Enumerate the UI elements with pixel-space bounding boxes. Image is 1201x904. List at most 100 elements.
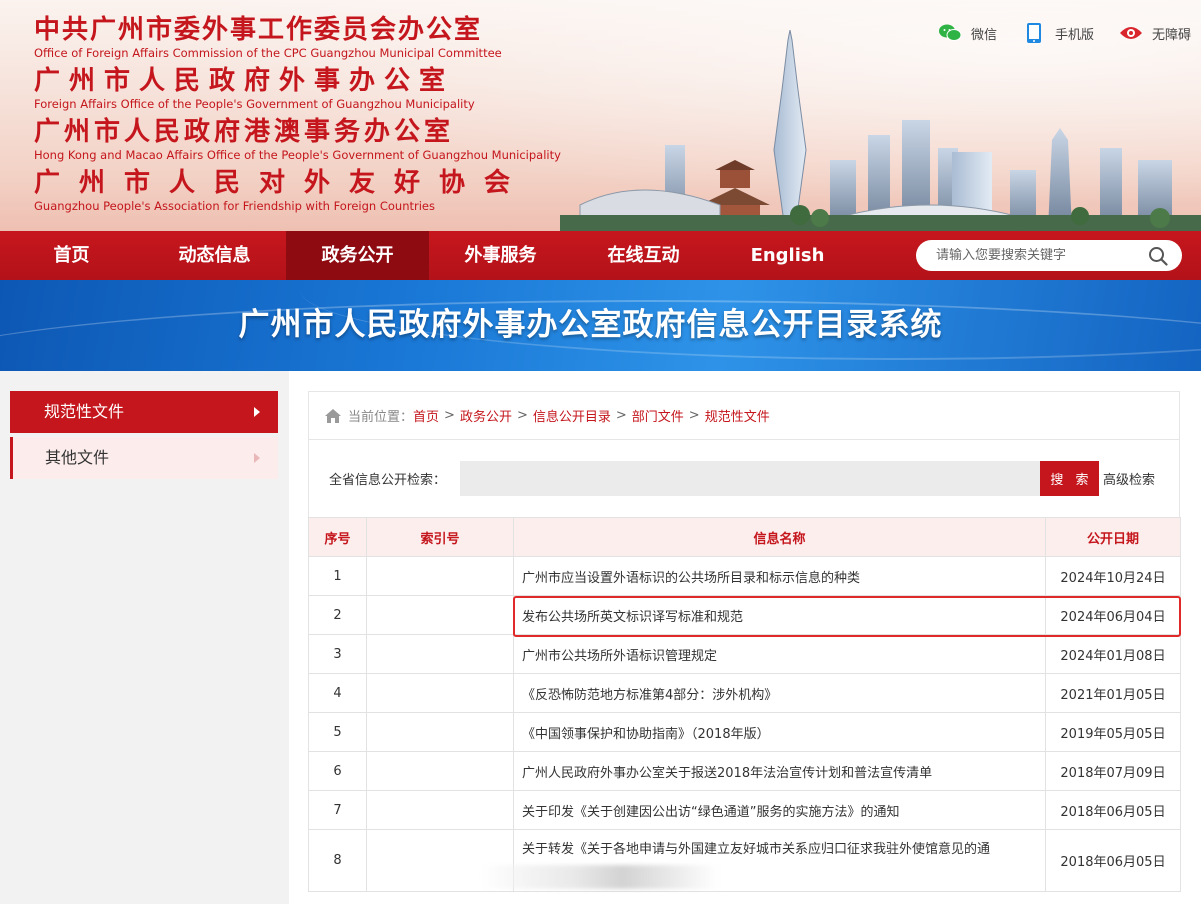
chevron-right-icon (254, 453, 260, 463)
row-index-number (366, 790, 514, 830)
breadcrumb-catalog[interactable]: 信息公开目录 (533, 406, 611, 425)
column-header-title: 信息名称 (513, 517, 1046, 557)
mobile-label: 手机版 (1054, 27, 1094, 43)
breadcrumb-dept-docs[interactable]: 部门文件 (632, 406, 684, 425)
section-banner: 广州市人民政府外事办公室政府信息公开目录系统 (0, 280, 1201, 371)
row-date: 2024年10月24日 (1045, 556, 1181, 596)
sidebar: 规范性文件 其他文件 (0, 371, 289, 904)
info-search-button[interactable]: 搜 索 (1040, 461, 1099, 496)
org-title-4: 广州市人民对外友好协会 Guangzhou People's Associati… (34, 167, 530, 218)
row-index-number (366, 712, 514, 752)
row-title-link[interactable]: 广州市应当设置外语标识的公共场所目录和标示信息的种类 (513, 556, 1046, 596)
table-row: 2 发布公共场所英文标识译写标准和规范 2024年06月04日 (308, 595, 1181, 635)
nav-item-interaction[interactable]: 在线互动 (572, 231, 715, 280)
sidebar-item-label: 其他文件 (45, 448, 110, 467)
org-title-en: Foreign Affairs Office of the People's G… (34, 97, 475, 111)
nav-item-services[interactable]: 外事服务 (429, 231, 572, 280)
org-title-3: 广州市人民政府港澳事务办公室 Hong Kong and Macao Affai… (34, 116, 561, 167)
row-title-link[interactable]: 发布公共场所英文标识译写标准和规范 (513, 595, 1046, 635)
sidebar-item-normative-docs[interactable]: 规范性文件 (10, 391, 278, 433)
row-number: 7 (308, 790, 367, 830)
info-search-label: 全省信息公开检索： (329, 473, 447, 488)
row-number: 6 (308, 751, 367, 791)
column-header-index: 索引号 (366, 517, 514, 557)
row-number: 3 (308, 634, 367, 674)
search-icon[interactable] (1148, 246, 1168, 266)
chevron-right-icon (254, 407, 260, 417)
row-title-link[interactable]: 广州人民政府外事办公室关于报送2018年法治宣传计划和普法宣传清单 (513, 751, 1046, 791)
row-title-link[interactable]: 广州市公共场所外语标识管理规定 (513, 634, 1046, 674)
nav-item-gov-info[interactable]: 政务公开 (286, 231, 429, 280)
table-row: 1 广州市应当设置外语标识的公共场所目录和标示信息的种类 2024年10月24日 (308, 556, 1181, 596)
site-header: 中共广州市委外事工作委员会办公室 Office of Foreign Affai… (0, 0, 1201, 231)
row-date: 2018年06月05日 (1045, 829, 1181, 892)
row-index-number (366, 673, 514, 713)
sidebar-item-label: 规范性文件 (44, 402, 125, 421)
home-icon (325, 408, 341, 423)
org-title-zh: 广州市人民政府港澳事务办公室 (34, 117, 455, 147)
row-date: 2019年05月05日 (1045, 712, 1181, 752)
table-row: 5 《中国领事保护和协助指南》（2018年版） 2019年05月05日 (308, 712, 1181, 752)
top-links: 微信 手机版 无障碍 (937, 20, 1191, 46)
org-title-2: 广州市人民政府外事办公室 Foreign Affairs Office of t… (34, 65, 504, 116)
row-title-link[interactable]: 关于印发《关于创建因公出访“绿色通道”服务的实施方法》的通知 (513, 790, 1046, 830)
sidebar-item-other-docs[interactable]: 其他文件 (10, 437, 278, 479)
table-row: 4 《反恐怖防范地方标准第4部分：涉外机构》 2021年01月05日 (308, 673, 1181, 713)
org-title-en: Hong Kong and Macao Affairs Office of th… (34, 148, 561, 162)
row-number: 5 (308, 712, 367, 752)
row-number: 8 (308, 829, 367, 892)
nav-item-news[interactable]: 动态信息 (143, 231, 286, 280)
mobile-link[interactable]: 手机版 (1021, 20, 1094, 46)
organization-titles: 中共广州市委外事工作委员会办公室 Office of Foreign Affai… (34, 14, 561, 218)
wechat-label: 微信 (970, 27, 997, 43)
table-row: 7 关于印发《关于创建因公出访“绿色通道”服务的实施方法》的通知 2018年06… (308, 790, 1181, 830)
org-title-1: 中共广州市委外事工作委员会办公室 Office of Foreign Affai… (34, 14, 504, 65)
banner-title: 广州市人民政府外事办公室政府信息公开目录系统 (238, 307, 943, 343)
breadcrumb-normative-docs[interactable]: 规范性文件 (705, 406, 770, 425)
org-title-en: Guangzhou People's Association for Frien… (34, 199, 435, 213)
row-index-number (366, 595, 514, 635)
nav-item-home[interactable]: 首页 (0, 231, 143, 280)
nav-item-english[interactable]: English (716, 231, 859, 280)
org-title-zh: 广州市人民政府外事办公室 (34, 66, 455, 96)
table-header-row: 序号 索引号 信息名称 公开日期 (308, 517, 1181, 557)
breadcrumb-separator: > (444, 408, 455, 423)
row-title-link[interactable]: 《反恐怖防范地方标准第4部分：涉外机构》 (513, 673, 1046, 713)
row-index-number (366, 634, 514, 674)
advanced-search-link[interactable]: 高级检索 (1103, 469, 1155, 488)
table-row: 3 广州市公共场所外语标识管理规定 2024年01月08日 (308, 634, 1181, 674)
row-date: 2024年01月08日 (1045, 634, 1181, 674)
breadcrumb-gov-info[interactable]: 政务公开 (460, 406, 512, 425)
main-content: 当前位置： 首页 > 政务公开 > 信息公开目录 > 部门文件 > 规范性文件 … (289, 371, 1201, 904)
row-title-link[interactable]: 《中国领事保护和协助指南》（2018年版） (513, 712, 1046, 752)
breadcrumb-separator: > (516, 408, 528, 423)
eye-icon (1118, 20, 1144, 46)
breadcrumb-prefix: 当前位置： (348, 410, 414, 425)
watermark-overlay (480, 865, 718, 889)
row-date: 2021年01月05日 (1045, 673, 1181, 713)
breadcrumb-separator: > (688, 408, 700, 423)
column-header-date: 公开日期 (1045, 517, 1181, 557)
column-header-no: 序号 (308, 517, 367, 557)
site-search-input[interactable] (936, 248, 1136, 263)
org-title-zh: 中共广州市委外事工作委员会办公室 (34, 15, 483, 45)
org-title-en: Office of Foreign Affairs Commission of … (34, 46, 502, 60)
accessibility-link[interactable]: 无障碍 (1118, 20, 1191, 46)
row-number: 1 (308, 556, 367, 596)
row-index-number (366, 751, 514, 791)
site-search (916, 240, 1182, 271)
org-title-zh: 广州市人民对外友好协会 (34, 168, 530, 198)
table-row: 6 广州人民政府外事办公室关于报送2018年法治宣传计划和普法宣传清单 2018… (308, 751, 1181, 791)
info-search-bar: 全省信息公开检索： 搜 索 高级检索 (308, 440, 1180, 517)
row-date: 2024年06月04日 (1045, 595, 1181, 635)
info-search-input[interactable] (460, 461, 1040, 496)
wechat-link[interactable]: 微信 (937, 20, 997, 46)
row-number: 4 (308, 673, 367, 713)
row-number: 2 (308, 595, 367, 635)
breadcrumb: 当前位置： 首页 > 政务公开 > 信息公开目录 > 部门文件 > 规范性文件 (308, 391, 1180, 439)
city-skyline-illustration (560, 30, 1201, 231)
breadcrumb-home[interactable]: 首页 (413, 406, 439, 425)
row-date: 2018年06月05日 (1045, 790, 1181, 830)
breadcrumb-separator: > (615, 408, 627, 423)
wechat-icon (937, 20, 963, 46)
